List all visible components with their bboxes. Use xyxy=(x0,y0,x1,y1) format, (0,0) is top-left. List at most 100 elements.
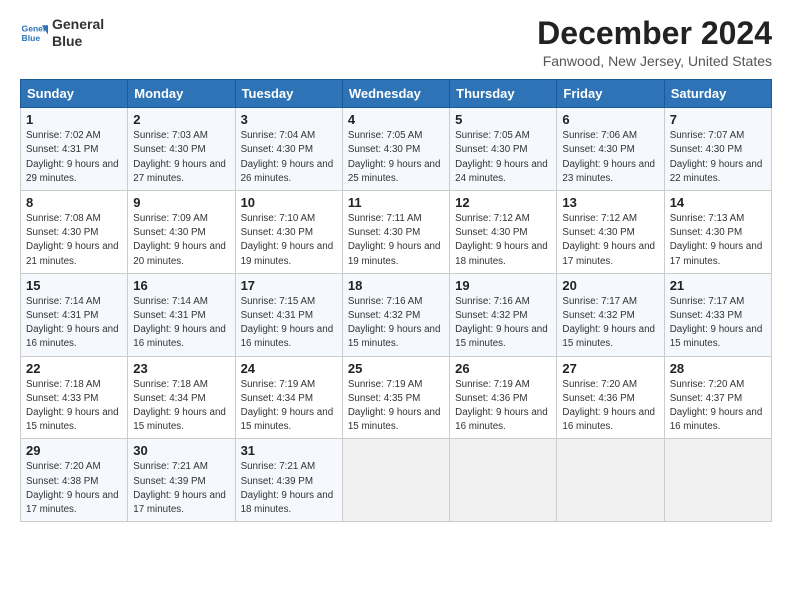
day-number: 21 xyxy=(670,278,766,293)
daylight-label: Daylight: 9 hours and 15 minutes. xyxy=(670,324,763,349)
weekday-header-cell: Sunday xyxy=(21,80,128,108)
day-number: 30 xyxy=(133,443,229,458)
daylight-label: Daylight: 9 hours and 23 minutes. xyxy=(562,159,655,184)
sunset-label: Sunset: 4:30 PM xyxy=(133,144,205,155)
sunrise-label: Sunrise: 7:06 AM xyxy=(562,130,637,141)
day-number: 11 xyxy=(348,195,444,210)
sunset-label: Sunset: 4:31 PM xyxy=(241,310,313,321)
calendar-cell xyxy=(342,439,449,522)
daylight-label: Daylight: 9 hours and 16 minutes. xyxy=(455,407,548,432)
sunset-label: Sunset: 4:31 PM xyxy=(26,310,98,321)
daylight-label: Daylight: 9 hours and 15 minutes. xyxy=(133,407,226,432)
calendar-cell: 1 Sunrise: 7:02 AM Sunset: 4:31 PM Dayli… xyxy=(21,108,128,191)
daylight-label: Daylight: 9 hours and 15 minutes. xyxy=(348,324,441,349)
day-number: 13 xyxy=(562,195,658,210)
day-number: 8 xyxy=(26,195,122,210)
day-number: 19 xyxy=(455,278,551,293)
day-info: Sunrise: 7:12 AM Sunset: 4:30 PM Dayligh… xyxy=(455,212,551,269)
day-info: Sunrise: 7:13 AM Sunset: 4:30 PM Dayligh… xyxy=(670,212,766,269)
day-info: Sunrise: 7:19 AM Sunset: 4:34 PM Dayligh… xyxy=(241,378,337,435)
calendar-subtitle: Fanwood, New Jersey, United States xyxy=(537,53,772,69)
weekday-header-cell: Tuesday xyxy=(235,80,342,108)
day-info: Sunrise: 7:21 AM Sunset: 4:39 PM Dayligh… xyxy=(133,460,229,517)
daylight-label: Daylight: 9 hours and 24 minutes. xyxy=(455,159,548,184)
daylight-label: Daylight: 9 hours and 16 minutes. xyxy=(241,324,334,349)
day-number: 31 xyxy=(241,443,337,458)
day-info: Sunrise: 7:15 AM Sunset: 4:31 PM Dayligh… xyxy=(241,295,337,352)
sunrise-label: Sunrise: 7:20 AM xyxy=(562,379,637,390)
sunrise-label: Sunrise: 7:03 AM xyxy=(133,130,208,141)
daylight-label: Daylight: 9 hours and 25 minutes. xyxy=(348,159,441,184)
calendar-cell: 18 Sunrise: 7:16 AM Sunset: 4:32 PM Dayl… xyxy=(342,273,449,356)
sunrise-label: Sunrise: 7:14 AM xyxy=(133,296,208,307)
day-info: Sunrise: 7:09 AM Sunset: 4:30 PM Dayligh… xyxy=(133,212,229,269)
calendar-cell xyxy=(450,439,557,522)
calendar-cell: 31 Sunrise: 7:21 AM Sunset: 4:39 PM Dayl… xyxy=(235,439,342,522)
sunrise-label: Sunrise: 7:02 AM xyxy=(26,130,101,141)
day-info: Sunrise: 7:07 AM Sunset: 4:30 PM Dayligh… xyxy=(670,129,766,186)
calendar-cell: 20 Sunrise: 7:17 AM Sunset: 4:32 PM Dayl… xyxy=(557,273,664,356)
calendar-cell: 3 Sunrise: 7:04 AM Sunset: 4:30 PM Dayli… xyxy=(235,108,342,191)
calendar-cell: 27 Sunrise: 7:20 AM Sunset: 4:36 PM Dayl… xyxy=(557,356,664,439)
daylight-label: Daylight: 9 hours and 20 minutes. xyxy=(133,241,226,266)
day-number: 20 xyxy=(562,278,658,293)
calendar-cell: 19 Sunrise: 7:16 AM Sunset: 4:32 PM Dayl… xyxy=(450,273,557,356)
sunrise-label: Sunrise: 7:16 AM xyxy=(348,296,423,307)
sunset-label: Sunset: 4:30 PM xyxy=(455,227,527,238)
sunrise-label: Sunrise: 7:04 AM xyxy=(241,130,316,141)
calendar-cell: 30 Sunrise: 7:21 AM Sunset: 4:39 PM Dayl… xyxy=(128,439,235,522)
day-info: Sunrise: 7:11 AM Sunset: 4:30 PM Dayligh… xyxy=(348,212,444,269)
sunrise-label: Sunrise: 7:07 AM xyxy=(670,130,745,141)
calendar-week-row: 22 Sunrise: 7:18 AM Sunset: 4:33 PM Dayl… xyxy=(21,356,772,439)
daylight-label: Daylight: 9 hours and 16 minutes. xyxy=(26,324,119,349)
calendar-cell xyxy=(664,439,771,522)
sunset-label: Sunset: 4:30 PM xyxy=(562,227,634,238)
day-number: 23 xyxy=(133,361,229,376)
calendar-cell: 6 Sunrise: 7:06 AM Sunset: 4:30 PM Dayli… xyxy=(557,108,664,191)
weekday-header-row: SundayMondayTuesdayWednesdayThursdayFrid… xyxy=(21,80,772,108)
sunrise-label: Sunrise: 7:13 AM xyxy=(670,213,745,224)
calendar-cell: 13 Sunrise: 7:12 AM Sunset: 4:30 PM Dayl… xyxy=(557,191,664,274)
sunrise-label: Sunrise: 7:19 AM xyxy=(348,379,423,390)
daylight-label: Daylight: 9 hours and 16 minutes. xyxy=(670,407,763,432)
sunrise-label: Sunrise: 7:18 AM xyxy=(133,379,208,390)
daylight-label: Daylight: 9 hours and 22 minutes. xyxy=(670,159,763,184)
calendar-cell: 10 Sunrise: 7:10 AM Sunset: 4:30 PM Dayl… xyxy=(235,191,342,274)
daylight-label: Daylight: 9 hours and 17 minutes. xyxy=(26,490,119,515)
day-info: Sunrise: 7:16 AM Sunset: 4:32 PM Dayligh… xyxy=(348,295,444,352)
daylight-label: Daylight: 9 hours and 27 minutes. xyxy=(133,159,226,184)
day-info: Sunrise: 7:20 AM Sunset: 4:36 PM Dayligh… xyxy=(562,378,658,435)
daylight-label: Daylight: 9 hours and 15 minutes. xyxy=(455,324,548,349)
sunrise-label: Sunrise: 7:21 AM xyxy=(133,461,208,472)
page-header: General Blue General Blue December 2024 … xyxy=(20,16,772,69)
sunset-label: Sunset: 4:30 PM xyxy=(670,144,742,155)
sunset-label: Sunset: 4:32 PM xyxy=(348,310,420,321)
day-number: 10 xyxy=(241,195,337,210)
calendar-cell: 28 Sunrise: 7:20 AM Sunset: 4:37 PM Dayl… xyxy=(664,356,771,439)
day-info: Sunrise: 7:17 AM Sunset: 4:32 PM Dayligh… xyxy=(562,295,658,352)
sunset-label: Sunset: 4:31 PM xyxy=(26,144,98,155)
calendar-cell: 25 Sunrise: 7:19 AM Sunset: 4:35 PM Dayl… xyxy=(342,356,449,439)
sunrise-label: Sunrise: 7:11 AM xyxy=(348,213,422,224)
sunset-label: Sunset: 4:30 PM xyxy=(348,144,420,155)
calendar-cell: 21 Sunrise: 7:17 AM Sunset: 4:33 PM Dayl… xyxy=(664,273,771,356)
sunset-label: Sunset: 4:36 PM xyxy=(562,393,634,404)
calendar-cell: 2 Sunrise: 7:03 AM Sunset: 4:30 PM Dayli… xyxy=(128,108,235,191)
daylight-label: Daylight: 9 hours and 15 minutes. xyxy=(26,407,119,432)
calendar-cell: 17 Sunrise: 7:15 AM Sunset: 4:31 PM Dayl… xyxy=(235,273,342,356)
calendar-cell: 16 Sunrise: 7:14 AM Sunset: 4:31 PM Dayl… xyxy=(128,273,235,356)
weekday-header-cell: Thursday xyxy=(450,80,557,108)
day-number: 12 xyxy=(455,195,551,210)
day-number: 2 xyxy=(133,112,229,127)
sunset-label: Sunset: 4:30 PM xyxy=(562,144,634,155)
day-number: 16 xyxy=(133,278,229,293)
day-info: Sunrise: 7:20 AM Sunset: 4:38 PM Dayligh… xyxy=(26,460,122,517)
daylight-label: Daylight: 9 hours and 26 minutes. xyxy=(241,159,334,184)
day-number: 25 xyxy=(348,361,444,376)
sunset-label: Sunset: 4:36 PM xyxy=(455,393,527,404)
daylight-label: Daylight: 9 hours and 17 minutes. xyxy=(562,241,655,266)
sunrise-label: Sunrise: 7:05 AM xyxy=(348,130,423,141)
sunset-label: Sunset: 4:34 PM xyxy=(241,393,313,404)
day-number: 9 xyxy=(133,195,229,210)
calendar-week-row: 29 Sunrise: 7:20 AM Sunset: 4:38 PM Dayl… xyxy=(21,439,772,522)
